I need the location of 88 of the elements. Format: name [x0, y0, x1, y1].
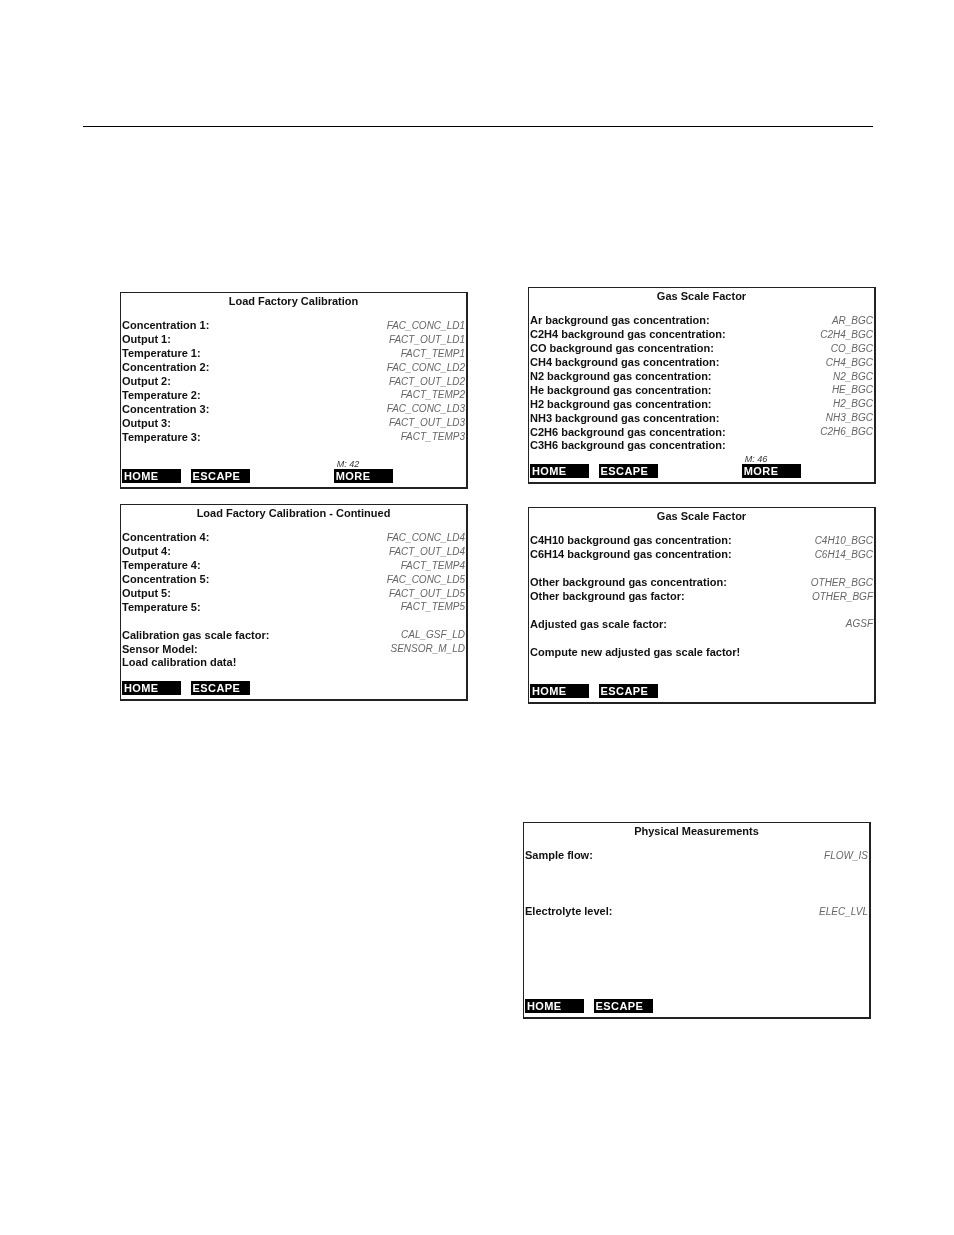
field-label: Temperature 4:	[122, 559, 201, 573]
softkey-button[interactable]: ESCAPE	[190, 681, 250, 695]
field-label: Temperature 5:	[122, 600, 201, 614]
field-value: H2_BGC	[833, 398, 873, 411]
field-value: OTHER_BGF	[811, 590, 873, 603]
field-label: Temperature 2:	[122, 388, 201, 402]
field-label: C2H6 background gas concentration:	[530, 425, 726, 439]
field-value: FACT_OUT_LD3	[389, 417, 465, 430]
field-value: CH4_BGC	[825, 356, 873, 369]
field-value: FACT_OUT_LD2	[389, 375, 465, 388]
softkey-button[interactable]: HOME	[122, 681, 181, 695]
field-label: N2 background gas concentration:	[530, 370, 712, 383]
field-label: Sensor Model:	[122, 642, 198, 656]
field-label: Other background gas factor:	[530, 590, 685, 603]
screen-title: Load Factory Calibration	[228, 295, 359, 307]
field-label: Concentration 5:	[122, 573, 210, 587]
softkey-button[interactable]: HOME	[525, 999, 584, 1013]
field-label: NH3 background gas concentration:	[530, 411, 720, 425]
field-value: FLOW_IS	[824, 849, 868, 862]
field-label: Temperature 3:	[122, 430, 201, 444]
field-value: C4H10_BGC	[814, 534, 873, 547]
softkey-button[interactable]: ESCAPE	[598, 464, 658, 478]
field-value: FACT_TEMP2	[400, 389, 465, 402]
field-label: Ar background gas concentration:	[530, 314, 710, 328]
field-label: Sample flow:	[525, 849, 593, 863]
softkey-button[interactable]: ESCAPE	[593, 999, 653, 1013]
field-label: Output 2:	[122, 375, 171, 388]
field-label: Concentration 3:	[122, 402, 210, 416]
field-value: CO_BGC	[830, 342, 873, 355]
field-label: H2 background gas concentration:	[530, 397, 712, 411]
softkey-button[interactable]: MORE	[741, 464, 801, 478]
field-value: C2H6_BGC	[820, 426, 873, 439]
field-value: HE_BGC	[831, 384, 873, 397]
softkey-button[interactable]: HOME	[530, 684, 589, 698]
field-value: FACT_TEMP3	[400, 431, 465, 444]
field-value: FACT_OUT_LD1	[389, 333, 465, 346]
softkey-button[interactable]: MORE	[333, 469, 393, 483]
field-label: C4H10 background gas concentration:	[530, 534, 732, 548]
screen-title: Gas Scale Factor	[656, 510, 747, 522]
field-value: FAC_CONC_LD3	[386, 403, 465, 416]
field-label: Output 4:	[122, 545, 171, 559]
field-label: Output 5:	[122, 587, 171, 600]
field-value: AGSF	[845, 618, 873, 631]
field-value: NH3_BGC	[825, 412, 873, 425]
screen-title: Gas Scale Factor	[656, 290, 747, 302]
field-value: AR_BGC	[831, 314, 873, 327]
field-label: CO background gas concentration:	[530, 342, 714, 356]
field-value: SENSOR_M_LD	[390, 643, 465, 656]
field-value: C2H4_BGC	[820, 328, 873, 341]
field-value: FAC_CONC_LD4	[386, 531, 465, 544]
screen-title: Physical Measurements	[634, 825, 759, 837]
field-label: Electrolyte level:	[525, 905, 613, 918]
field-value: ELEC_LVL	[819, 905, 868, 918]
softkey-button[interactable]: HOME	[122, 469, 181, 483]
softkey-button[interactable]: ESCAPE	[190, 469, 250, 483]
field-value: OTHER_BGC	[810, 576, 873, 589]
field-label: Temperature 1:	[122, 347, 201, 361]
field-label: Adjusted gas scale factor:	[530, 617, 667, 631]
field-label: Other background gas concentration:	[530, 576, 727, 590]
field-value: FACT_TEMP4	[400, 559, 465, 572]
menu-number: M: 42	[336, 459, 360, 469]
softkey-button[interactable]: ESCAPE	[598, 684, 658, 698]
field-value: CAL_GSF_LD	[401, 629, 465, 642]
field-label: Concentration 1:	[122, 319, 210, 333]
field-value: FACT_OUT_LD4	[389, 545, 465, 558]
field-label: Concentration 4:	[122, 531, 210, 545]
field-value: FACT_OUT_LD5	[389, 587, 465, 600]
field-label: CH4 background gas concentration:	[530, 356, 720, 370]
field-label: Output 1:	[122, 333, 171, 347]
field-value: FACT_TEMP5	[400, 601, 465, 614]
menu-number: M: 46	[744, 454, 768, 464]
field-label: C6H14 background gas concentration:	[530, 548, 732, 562]
field-value: C6H14_BGC	[814, 548, 873, 561]
field-label: Concentration 2:	[122, 361, 210, 375]
field-label: C3H6 background gas concentration:	[530, 439, 726, 453]
field-label: Output 3:	[122, 416, 171, 430]
field-value: N2_BGC	[833, 370, 873, 383]
field-label: He background gas concentration:	[530, 383, 712, 397]
field-value: FAC_CONC_LD1	[386, 319, 465, 332]
field-label: Compute new adjusted gas scale factor!	[530, 645, 741, 659]
field-label: Calibration gas scale factor:	[122, 628, 270, 642]
field-value: FACT_TEMP1	[400, 347, 465, 360]
field-label: Load calibration data!	[122, 656, 237, 670]
field-value: FAC_CONC_LD5	[386, 573, 465, 586]
softkey-button[interactable]: HOME	[530, 464, 589, 478]
field-value: FAC_CONC_LD2	[386, 361, 465, 374]
field-label: C2H4 background gas concentration:	[530, 328, 726, 342]
screen-title: Load Factory Calibration - Continued	[196, 507, 391, 519]
